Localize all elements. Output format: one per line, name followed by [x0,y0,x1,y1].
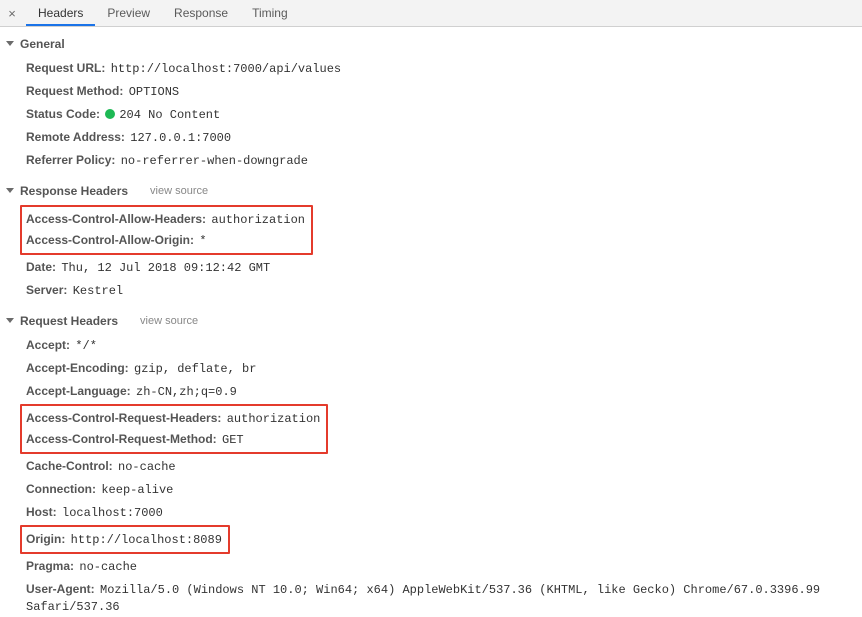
header-row: Request URL: http://localhost:7000/api/v… [26,57,862,80]
header-row: Access-Control-Allow-Origin: * [26,230,305,251]
header-row: User-Agent: Mozilla/5.0 (Windows NT 10.0… [26,578,862,617]
devtools-tabbar: × Headers Preview Response Timing [0,0,862,27]
chevron-down-icon [6,41,14,46]
section-toggle-request-headers[interactable]: Request Headers view source [0,312,862,330]
section-title: General [20,37,65,51]
header-key: User-Agent: [26,582,95,596]
header-value: * [199,234,206,248]
header-value: http://localhost:7000/api/values [111,62,341,76]
header-value: */* [75,339,97,353]
header-key: Accept: [26,338,70,352]
header-value: gzip, deflate, br [134,362,256,376]
section-general: General Request URL: http://localhost:70… [0,35,862,172]
header-key: Date: [26,260,56,274]
tab-timing[interactable]: Timing [240,0,300,26]
header-row: Access-Control-Request-Headers: authoriz… [26,408,320,429]
header-value: keep-alive [101,483,173,497]
section-response-headers: Response Headers view source Access-Cont… [0,182,862,302]
header-value: authorization [211,213,305,227]
header-row: Host: localhost:7000 [26,501,862,524]
highlight-box: Access-Control-Request-Headers: authoriz… [20,404,328,454]
header-row: Accept: */* [26,334,862,357]
highlight-box: Access-Control-Allow-Headers: authorizat… [20,205,313,255]
header-key: Access-Control-Allow-Headers: [26,212,206,226]
header-key: Access-Control-Request-Headers: [26,411,221,425]
header-value: localhost:7000 [62,506,163,520]
header-row: Request Method: OPTIONS [26,80,862,103]
header-value: OPTIONS [129,85,179,99]
header-key: Accept-Encoding: [26,361,129,375]
section-request-headers: Request Headers view source Accept: */* … [0,312,862,617]
header-value: authorization [227,412,321,426]
header-row: Referrer Policy: no-referrer-when-downgr… [26,149,862,172]
header-row: Server: Kestrel [26,279,862,302]
header-value: http://localhost:8089 [71,533,222,547]
headers-panel: General Request URL: http://localhost:70… [0,27,862,617]
header-row: Status Code: 204 No Content [26,103,862,126]
header-key: Request URL: [26,61,105,75]
header-value: Thu, 12 Jul 2018 09:12:42 GMT [61,261,270,275]
tab-headers[interactable]: Headers [26,0,95,26]
section-toggle-response-headers[interactable]: Response Headers view source [0,182,862,200]
header-key: Access-Control-Request-Method: [26,432,217,446]
header-key: Cache-Control: [26,459,113,473]
header-key: Referrer Policy: [26,153,115,167]
section-title: Response Headers [20,184,128,198]
header-row: Origin: http://localhost:8089 [26,529,222,550]
tab-preview[interactable]: Preview [95,0,162,26]
header-value: 127.0.0.1:7000 [130,131,231,145]
header-value: no-cache [118,460,176,474]
header-value: Mozilla/5.0 (Windows NT 10.0; Win64; x64… [26,583,820,614]
header-key: Connection: [26,482,96,496]
header-key: Server: [26,283,67,297]
section-title: Request Headers [20,314,118,328]
view-source-link[interactable]: view source [140,315,198,327]
header-row: Accept-Language: zh-CN,zh;q=0.9 [26,380,862,403]
header-key: Status Code: [26,107,100,121]
header-key: Origin: [26,532,65,546]
section-toggle-general[interactable]: General [0,35,862,53]
header-key: Pragma: [26,559,74,573]
status-dot-icon [105,109,115,119]
header-value: GET [222,433,244,447]
header-row: Access-Control-Request-Method: GET [26,429,320,450]
header-value: no-cache [79,560,137,574]
tab-response[interactable]: Response [162,0,240,26]
header-row: Pragma: no-cache [26,555,862,578]
highlight-box: Origin: http://localhost:8089 [20,525,230,554]
header-key: Accept-Language: [26,384,131,398]
view-source-link[interactable]: view source [150,185,208,197]
header-key: Access-Control-Allow-Origin: [26,233,194,247]
header-row: Cache-Control: no-cache [26,455,862,478]
header-value: zh-CN,zh;q=0.9 [136,385,237,399]
close-icon[interactable]: × [4,6,20,21]
header-row: Access-Control-Allow-Headers: authorizat… [26,209,305,230]
header-value: 204 No Content [119,108,220,122]
header-key: Host: [26,505,57,519]
header-row: Date: Thu, 12 Jul 2018 09:12:42 GMT [26,256,862,279]
chevron-down-icon [6,318,14,323]
chevron-down-icon [6,188,14,193]
header-row: Connection: keep-alive [26,478,862,501]
header-key: Request Method: [26,84,123,98]
header-key: Remote Address: [26,130,125,144]
header-value: Kestrel [73,284,123,298]
header-row: Accept-Encoding: gzip, deflate, br [26,357,862,380]
header-row: Remote Address: 127.0.0.1:7000 [26,126,862,149]
header-value: no-referrer-when-downgrade [121,154,308,168]
